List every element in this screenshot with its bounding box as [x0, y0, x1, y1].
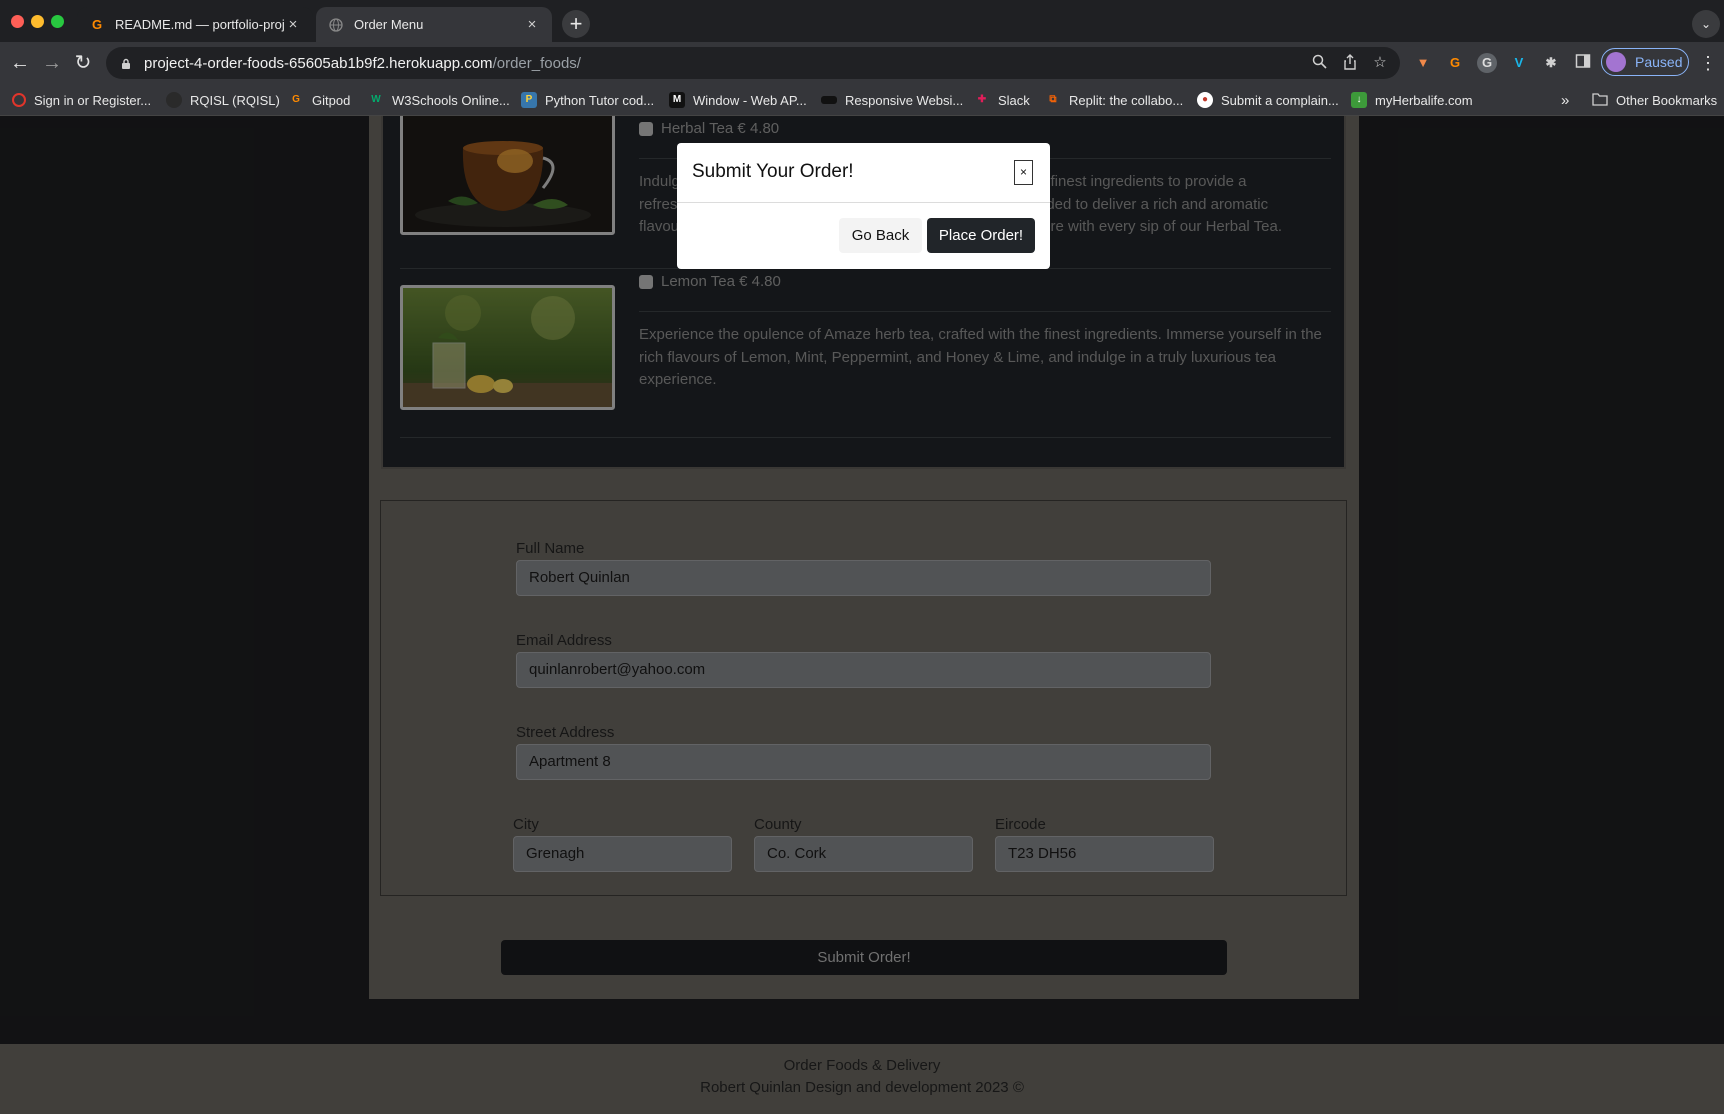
bookmark-item[interactable]: ● Submit a complain... [1197, 90, 1339, 110]
new-tab-button[interactable]: + [562, 10, 590, 38]
bookmark-label: Python Tutor cod... [545, 92, 655, 108]
bookmark-label: Replit: the collabo... [1069, 92, 1184, 108]
mdn-icon: M [669, 92, 685, 108]
maximize-window-button[interactable] [51, 15, 64, 28]
bookmark-item[interactable]: P Python Tutor cod... [521, 90, 654, 110]
extension-grammarly-icon[interactable]: G [1477, 53, 1497, 73]
bookmark-label: RQISL (RQISL) [190, 92, 280, 108]
bookmark-item[interactable]: M Window - Web AP... [669, 90, 807, 110]
replit-icon: ⧉ [1049, 94, 1057, 105]
bookmarks-overflow-label: » [1561, 91, 1570, 109]
avatar [1606, 52, 1626, 72]
side-panel-icon[interactable] [1573, 53, 1593, 73]
bookmark-label: Other Bookmarks [1616, 92, 1718, 108]
profile-button[interactable]: Paused [1601, 48, 1689, 76]
tab-search-button[interactable]: ⌄ [1692, 10, 1720, 38]
bookmark-label: Gitpod [312, 92, 351, 108]
close-window-button[interactable] [11, 15, 24, 28]
tab-title: README.md — portfolio-proje [115, 17, 285, 32]
herbalife-icon: ↓ [1351, 92, 1367, 108]
globe-icon [328, 17, 344, 33]
w3schools-icon: W [371, 94, 381, 105]
back-button[interactable]: ← [5, 48, 35, 78]
modal-title: Submit Your Order! [692, 161, 854, 182]
modal-divider [677, 202, 1050, 203]
bookmark-item[interactable]: ⧉ Replit: the collabo... [1045, 90, 1183, 110]
lock-icon [120, 57, 132, 69]
bookmark-label: Window - Web AP... [693, 92, 807, 108]
minimize-window-button[interactable] [31, 15, 44, 28]
bookmark-star-icon[interactable]: ☆ [1371, 54, 1389, 72]
extension-gitpod-icon[interactable]: G [1445, 53, 1465, 73]
bookmark-item[interactable]: W W3Schools Online... [368, 90, 510, 110]
extension-vimeo-icon[interactable]: V [1509, 53, 1529, 73]
forward-button[interactable]: → [37, 48, 67, 78]
place-order-button[interactable]: Place Order! [927, 218, 1035, 253]
submit-order-modal: Submit Your Order! × Go Back Place Order… [677, 143, 1050, 269]
tab-readme[interactable]: G README.md — portfolio-proje × [77, 7, 313, 42]
extension-cup-icon[interactable]: ▼ [1413, 53, 1433, 73]
bookmark-item[interactable]: Responsive Websi... [821, 90, 963, 110]
zoom-icon[interactable] [1310, 54, 1328, 72]
bookmark-item[interactable]: ↓ myHerbalife.com [1351, 90, 1473, 110]
tab-order-menu[interactable]: Order Menu × [316, 7, 552, 42]
browser-menu-icon[interactable]: ⋮ [1693, 48, 1723, 78]
bookmark-label: W3Schools Online... [392, 92, 510, 108]
folder-icon [1592, 92, 1608, 108]
address-bar[interactable]: project-4-order-foods-65605ab1b9f2.herok… [106, 47, 1400, 79]
bookmark-item[interactable]: ✚ Slack [974, 90, 1030, 110]
go-back-button[interactable]: Go Back [839, 218, 922, 253]
bookmarks-overflow-button[interactable]: » [1561, 90, 1569, 110]
close-tab-icon[interactable]: × [285, 16, 301, 33]
opera-icon [12, 93, 26, 107]
bookmark-label: Submit a complain... [1221, 92, 1339, 108]
complaint-site-icon: ● [1197, 92, 1213, 108]
bookmark-item[interactable]: RQISL (RQISL) [166, 90, 280, 110]
extensions-puzzle-icon[interactable]: ✱ [1541, 53, 1561, 73]
url-host: project-4-order-foods-65605ab1b9f2.herok… [144, 54, 493, 72]
bookmark-label: Responsive Websi... [845, 92, 964, 108]
browser-toolbar: ← → ↻ project-4-order-foods-65605ab1b9f2… [0, 42, 1724, 84]
url-path: /order_foods/ [492, 54, 581, 72]
tab-strip: G README.md — portfolio-proje × Order Me… [0, 0, 1724, 42]
github-icon [166, 92, 182, 108]
gitpod-icon: G [91, 17, 103, 32]
modal-close-button[interactable]: × [1014, 160, 1033, 185]
reload-button[interactable]: ↻ [68, 48, 98, 78]
responsive-site-icon [821, 96, 837, 104]
tab-title: Order Menu [354, 17, 424, 32]
bookmark-label: Slack [998, 92, 1030, 108]
bookmark-item[interactable]: G Gitpod [288, 90, 350, 110]
python-icon: P [521, 92, 537, 108]
slack-icon: ✚ [977, 94, 987, 105]
bookmark-label: Sign in or Register... [34, 92, 152, 108]
share-icon[interactable] [1341, 54, 1359, 72]
other-bookmarks-folder[interactable]: Other Bookmarks [1592, 90, 1717, 110]
close-tab-icon[interactable]: × [524, 16, 540, 33]
bookmarks-bar: Sign in or Register... RQISL (RQISL) G Gi… [0, 84, 1724, 116]
bookmark-label: myHerbalife.com [1375, 92, 1473, 108]
gitpod-icon: G [292, 94, 300, 105]
profile-label: Paused [1635, 54, 1683, 70]
bookmark-item[interactable]: Sign in or Register... [12, 90, 151, 110]
